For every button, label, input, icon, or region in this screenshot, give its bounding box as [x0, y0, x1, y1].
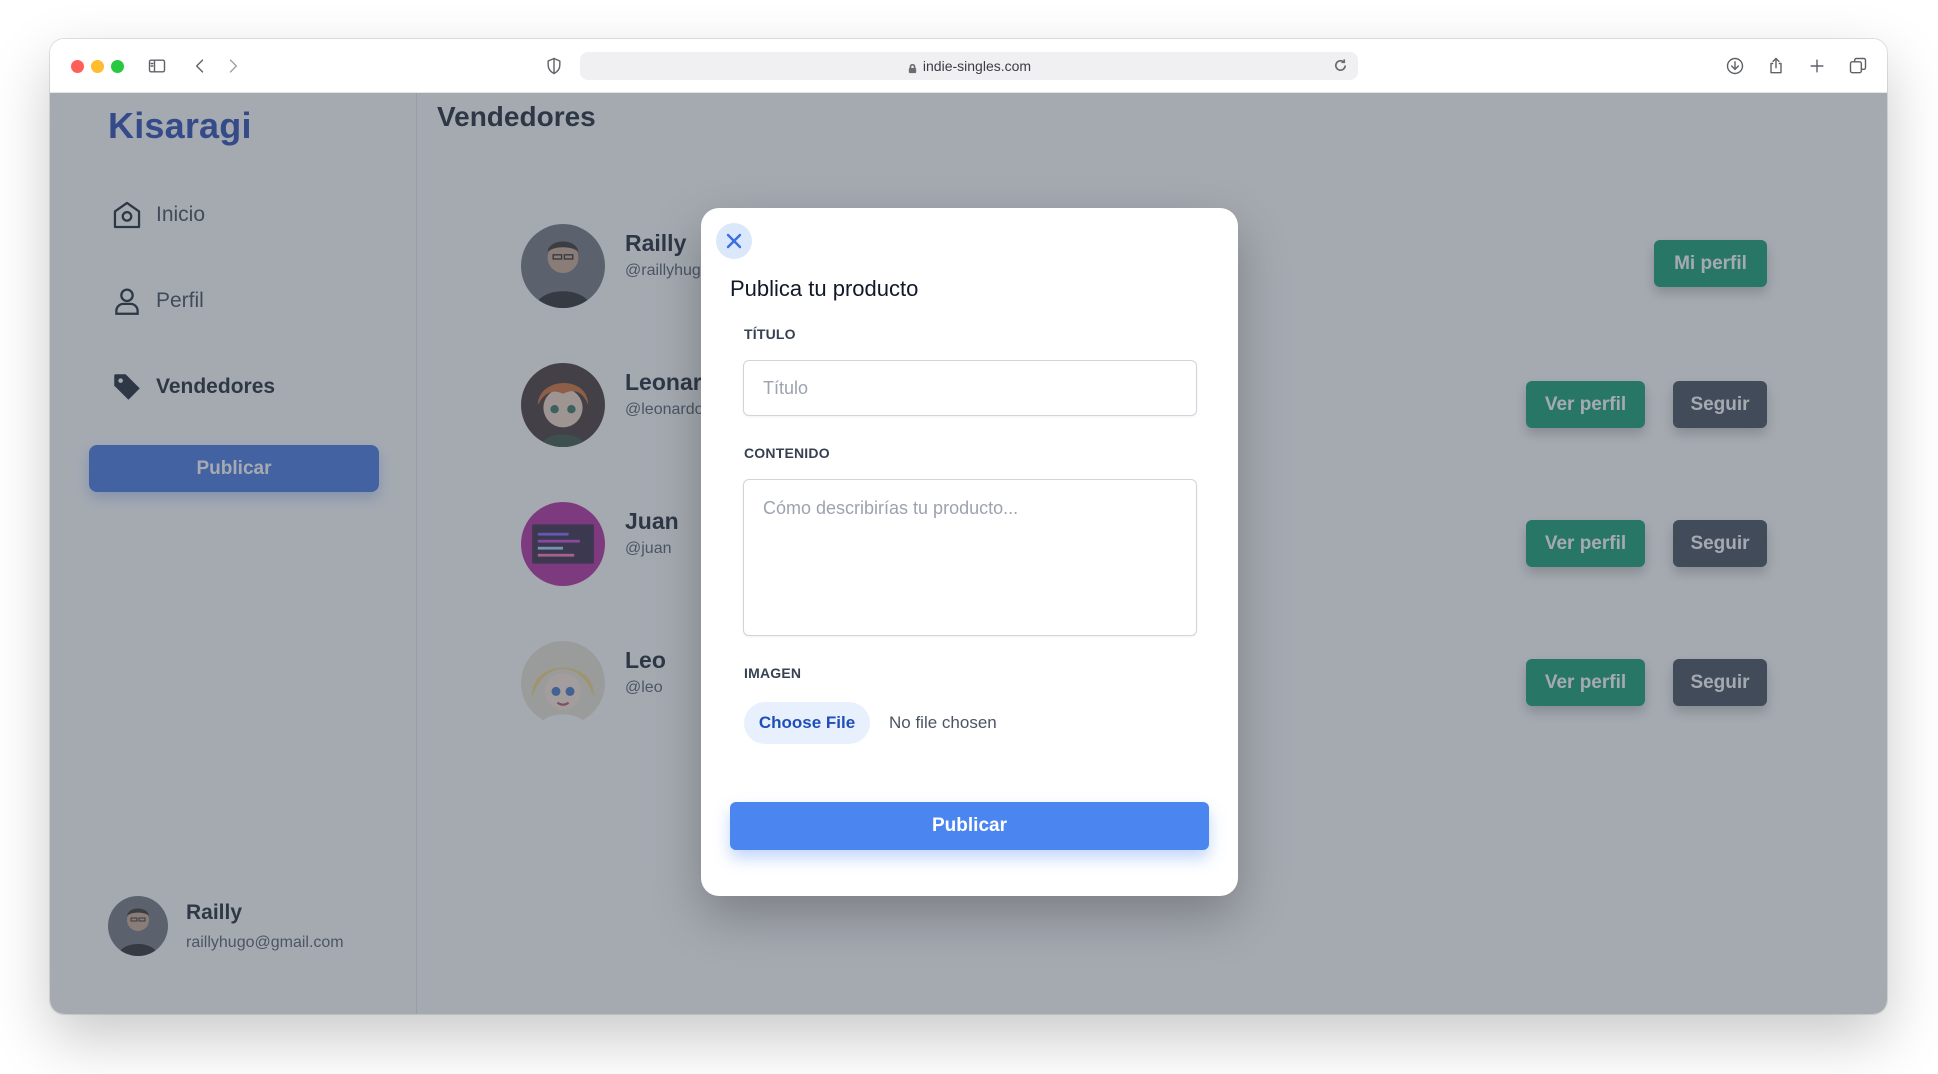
forward-icon[interactable] — [220, 53, 246, 79]
title-input[interactable] — [743, 360, 1197, 416]
modal-title: Publica tu producto — [730, 276, 919, 301]
file-status-text: No file chosen — [889, 713, 997, 732]
title-field-label: TÍTULO — [744, 326, 796, 342]
image-field-label: IMAGEN — [744, 665, 802, 681]
publish-product-modal: Publica tu producto TÍTULO CONTENIDO IMA… — [701, 208, 1238, 896]
lock-icon — [907, 61, 918, 73]
minimize-window-button[interactable] — [91, 60, 104, 73]
back-icon[interactable] — [187, 53, 213, 79]
maximize-window-button[interactable] — [111, 60, 124, 73]
shield-icon[interactable] — [541, 53, 567, 79]
reload-icon[interactable] — [1333, 58, 1348, 73]
browser-window: indie-singles.com Kisaragi Inicio — [50, 39, 1887, 1014]
address-bar[interactable]: indie-singles.com — [580, 52, 1358, 80]
sidebar-toggle-icon[interactable] — [144, 53, 170, 79]
url-text: indie-singles.com — [922, 58, 1032, 74]
new-tab-icon[interactable] — [1804, 53, 1830, 79]
publish-submit-button[interactable]: Publicar — [730, 802, 1209, 850]
content-field-label: CONTENIDO — [744, 445, 830, 461]
close-modal-button[interactable] — [716, 223, 752, 259]
close-window-button[interactable] — [71, 60, 84, 73]
close-icon — [726, 233, 742, 249]
tabs-overview-icon[interactable] — [1845, 53, 1871, 79]
choose-file-button[interactable]: Choose File — [744, 702, 870, 744]
browser-toolbar: indie-singles.com — [50, 39, 1887, 93]
content-textarea[interactable] — [743, 479, 1197, 636]
share-icon[interactable] — [1763, 53, 1789, 79]
download-icon[interactable] — [1722, 53, 1748, 79]
